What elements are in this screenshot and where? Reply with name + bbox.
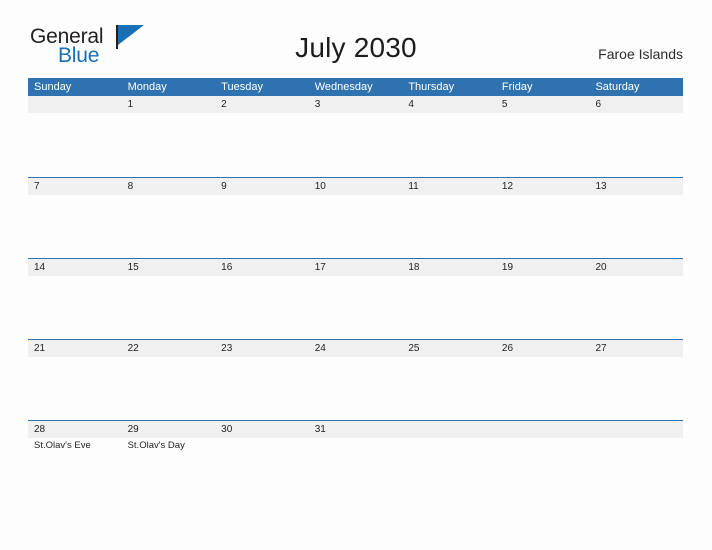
day-cell[interactable]: 26 bbox=[495, 340, 590, 420]
day-cell[interactable]: 30 bbox=[215, 421, 309, 501]
weekday-header-row: Sunday Monday Tuesday Wednesday Thursday… bbox=[28, 78, 683, 96]
day-number: 1 bbox=[127, 99, 134, 110]
day-number: 15 bbox=[127, 262, 139, 273]
day-cell[interactable] bbox=[495, 421, 590, 501]
day-number: 30 bbox=[221, 424, 233, 435]
day-number: 25 bbox=[408, 343, 420, 354]
weekday-header-saturday: Saturday bbox=[595, 81, 640, 93]
day-number: 19 bbox=[501, 262, 514, 273]
day-number: 5 bbox=[501, 99, 508, 110]
day-number: 2 bbox=[221, 99, 227, 110]
day-cell[interactable]: 20 bbox=[589, 259, 684, 339]
day-number: 13 bbox=[595, 181, 607, 192]
date-band bbox=[121, 178, 216, 195]
day-number: 29 bbox=[127, 424, 139, 435]
region-label: Faroe Islands bbox=[598, 46, 683, 62]
day-event: St.Olav's Day bbox=[127, 440, 185, 451]
day-cell[interactable] bbox=[28, 96, 122, 177]
day-cell[interactable]: 21 bbox=[28, 340, 122, 420]
day-cell[interactable]: 31 bbox=[308, 421, 403, 501]
day-cell[interactable]: 2 bbox=[215, 96, 309, 177]
day-number: 24 bbox=[314, 343, 326, 354]
weekday-header-monday: Monday bbox=[127, 81, 167, 93]
date-band bbox=[308, 96, 403, 113]
day-cell[interactable]: 25 bbox=[402, 340, 496, 420]
date-band bbox=[589, 421, 684, 438]
day-number: 7 bbox=[34, 181, 40, 192]
day-number: 16 bbox=[221, 262, 233, 273]
day-number: 14 bbox=[34, 262, 46, 273]
day-cell[interactable]: 1 bbox=[121, 96, 216, 177]
week-row: 1 2 3 4 5 6 bbox=[28, 96, 684, 177]
day-number: 21 bbox=[34, 343, 46, 354]
day-cell[interactable]: 27 bbox=[589, 340, 684, 420]
day-cell[interactable] bbox=[589, 421, 684, 501]
calendar-page: General Blue July 2030 Faroe Islands Sun… bbox=[0, 0, 712, 550]
day-cell[interactable]: 19 bbox=[495, 259, 590, 339]
weekday-header-sunday: Sunday bbox=[34, 81, 72, 93]
day-cell[interactable]: 13 bbox=[589, 178, 684, 258]
day-cell[interactable]: 8 bbox=[121, 178, 216, 258]
page-header: General Blue July 2030 Faroe Islands bbox=[0, 0, 712, 66]
day-cell[interactable]: 22 bbox=[121, 340, 216, 420]
day-number: 27 bbox=[595, 343, 607, 354]
day-number: 26 bbox=[501, 343, 514, 354]
day-cell[interactable]: 12 bbox=[495, 178, 590, 258]
day-cell[interactable]: 28 St.Olav's Eve bbox=[28, 421, 122, 501]
day-cell[interactable]: 14 bbox=[28, 259, 122, 339]
day-cell[interactable]: 16 bbox=[215, 259, 309, 339]
day-cell[interactable]: 18 bbox=[402, 259, 496, 339]
day-cell[interactable]: 6 bbox=[589, 96, 684, 177]
weekday-header-tuesday: Tuesday bbox=[221, 81, 263, 93]
week-row: 28 St.Olav's Eve 29 St.Olav's Day 30 31 bbox=[28, 420, 684, 501]
day-cell[interactable]: 11 bbox=[402, 178, 496, 258]
day-cell[interactable]: 3 bbox=[308, 96, 403, 177]
day-number: 10 bbox=[314, 181, 326, 192]
date-band bbox=[28, 96, 122, 113]
weekday-header-friday: Friday bbox=[501, 81, 533, 93]
day-cell[interactable]: 9 bbox=[215, 178, 309, 258]
date-band bbox=[28, 178, 122, 195]
date-band bbox=[402, 421, 496, 438]
date-band bbox=[121, 96, 216, 113]
day-cell[interactable]: 10 bbox=[308, 178, 403, 258]
day-number: 23 bbox=[221, 343, 233, 354]
day-cell[interactable]: 17 bbox=[308, 259, 403, 339]
day-cell[interactable]: 23 bbox=[215, 340, 309, 420]
week-row: 14 15 16 17 18 19 20 bbox=[28, 258, 684, 339]
day-cell[interactable]: 29 St.Olav's Day bbox=[121, 421, 216, 501]
date-band bbox=[215, 96, 309, 113]
date-band bbox=[495, 421, 590, 438]
date-band bbox=[495, 96, 590, 113]
date-band bbox=[215, 178, 309, 195]
day-cell[interactable]: 7 bbox=[28, 178, 122, 258]
day-number: 20 bbox=[595, 262, 607, 273]
week-row: 7 8 9 10 11 12 13 bbox=[28, 177, 684, 258]
day-cell[interactable]: 15 bbox=[121, 259, 216, 339]
day-cell[interactable] bbox=[402, 421, 496, 501]
day-number: 4 bbox=[408, 99, 414, 110]
date-band bbox=[589, 96, 684, 113]
date-band bbox=[402, 96, 496, 113]
calendar-grid: Sunday Monday Tuesday Wednesday Thursday… bbox=[28, 78, 684, 501]
day-number: 18 bbox=[408, 262, 420, 273]
day-number: 17 bbox=[314, 262, 326, 273]
day-cell[interactable]: 4 bbox=[402, 96, 496, 177]
day-number: 22 bbox=[127, 343, 139, 354]
day-number: 6 bbox=[595, 99, 602, 110]
day-number: 28 bbox=[34, 424, 46, 435]
day-number: 3 bbox=[314, 99, 321, 110]
week-row: 21 22 23 24 25 26 27 bbox=[28, 339, 684, 420]
weekday-header-wednesday: Wednesday bbox=[314, 81, 373, 93]
day-number: 11 bbox=[408, 181, 419, 192]
day-number: 12 bbox=[501, 181, 514, 192]
day-number: 8 bbox=[127, 181, 134, 192]
day-cell[interactable]: 24 bbox=[308, 340, 403, 420]
day-cell[interactable]: 5 bbox=[495, 96, 590, 177]
day-event: St.Olav's Eve bbox=[34, 440, 91, 451]
day-number: 9 bbox=[221, 181, 227, 192]
weekday-header-thursday: Thursday bbox=[408, 81, 455, 93]
day-number: 31 bbox=[314, 424, 326, 435]
